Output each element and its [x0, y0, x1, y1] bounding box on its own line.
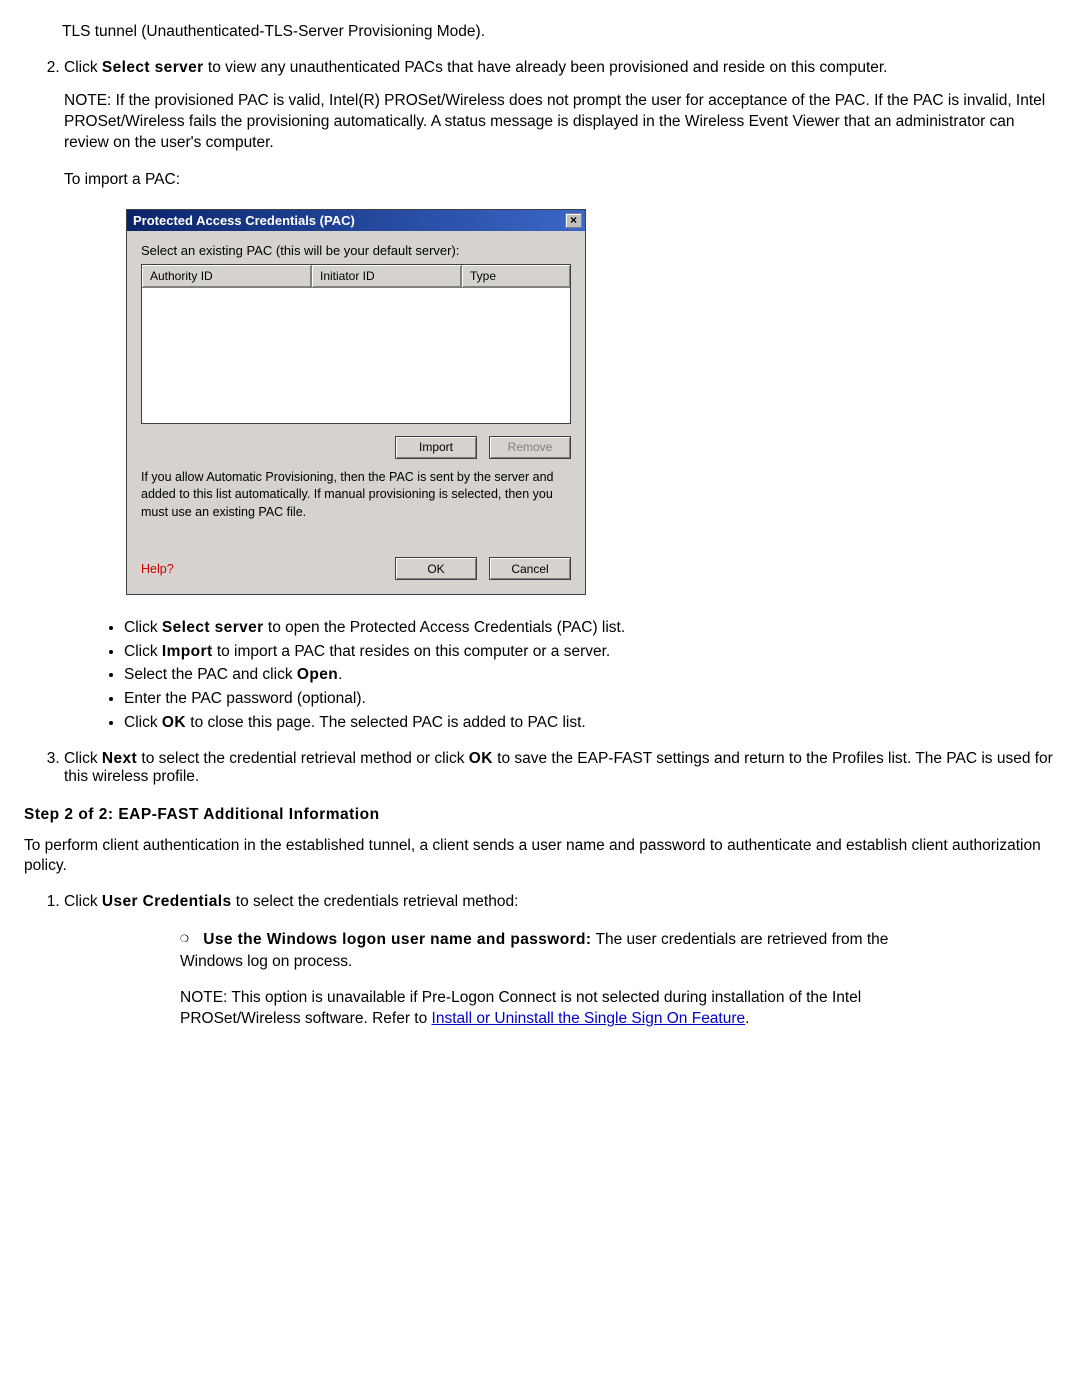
text-bold: User Credentials	[102, 893, 232, 910]
text: Select the PAC and click	[124, 666, 297, 683]
document-page: TLS tunnel (Unauthenticated-TLS-Server P…	[24, 22, 1056, 1030]
dialog-instruction: Select an existing PAC (this will be you…	[141, 243, 571, 258]
text: Click	[124, 619, 162, 636]
col-authority-id[interactable]: Authority ID	[142, 265, 312, 287]
listview-header: Authority ID Initiator ID Type	[142, 265, 570, 288]
text: to select the credentials retrieval meth…	[231, 893, 518, 910]
option-title: Use the Windows logon user name and pass…	[203, 931, 591, 948]
select-server-label: Select server	[102, 59, 204, 76]
text: to select the credential retrieval metho…	[137, 750, 469, 767]
remove-button[interactable]: Remove	[489, 436, 571, 459]
text: to open the Protected Access Credentials…	[264, 619, 626, 636]
text-bold: Open	[297, 666, 338, 683]
credential-options-list: Use the Windows logon user name and pass…	[24, 929, 1056, 972]
import-remove-row: Import Remove	[141, 436, 571, 459]
text: Click	[64, 893, 102, 910]
note-text: NOTE: If the provisioned PAC is valid, I…	[64, 91, 1056, 154]
dialog-note: If you allow Automatic Provisioning, the…	[141, 469, 571, 522]
import-button[interactable]: Import	[395, 436, 477, 459]
dialog-title: Protected Access Credentials (PAC)	[133, 213, 565, 228]
text: Click	[124, 643, 162, 660]
dialog-body: Select an existing PAC (this will be you…	[127, 231, 585, 595]
text: .	[745, 1010, 749, 1027]
pac-steps-list: Click Select server to open the Protecte…	[24, 617, 1056, 733]
step2-intro: To perform client authentication in the …	[24, 836, 1056, 878]
list-item: Select the PAC and click Open.	[124, 664, 1056, 686]
text-bold: Import	[162, 643, 213, 660]
close-icon[interactable]: ×	[565, 213, 582, 228]
col-initiator-id[interactable]: Initiator ID	[312, 265, 462, 287]
list-item: Click OK to close this page. The selecte…	[124, 712, 1056, 734]
text-bold: OK	[162, 714, 186, 731]
pac-dialog: Protected Access Credentials (PAC) × Sel…	[126, 209, 586, 596]
text: Click	[64, 750, 102, 767]
step2-item-1: Click User Credentials to select the cre…	[64, 893, 1056, 911]
text: .	[338, 666, 342, 683]
step2-heading: Step 2 of 2: EAP-FAST Additional Informa…	[24, 806, 1056, 824]
help-link[interactable]: Help?	[141, 562, 174, 576]
listview-rows	[142, 288, 570, 423]
list-item: Enter the PAC password (optional).	[124, 688, 1056, 710]
col-type[interactable]: Type	[462, 265, 570, 287]
list-item-2: Click Select server to view any unauthen…	[64, 59, 1056, 191]
import-line: To import a PAC:	[64, 170, 1056, 191]
list-item: Click Select server to open the Protecte…	[124, 617, 1056, 639]
pac-dialog-screenshot: Protected Access Credentials (PAC) × Sel…	[126, 209, 1056, 596]
text: to import a PAC that resides on this com…	[213, 643, 611, 660]
list-item: Click Import to import a PAC that reside…	[124, 641, 1056, 663]
credential-option-note: NOTE: This option is unavailable if Pre-…	[180, 987, 1056, 1030]
dialog-titlebar: Protected Access Credentials (PAC) ×	[127, 210, 585, 231]
ordered-list-2: Click Select server to view any unauthen…	[24, 59, 1056, 191]
ok-button[interactable]: OK	[395, 557, 477, 580]
text: Click	[124, 714, 162, 731]
text-bold: Next	[102, 750, 137, 767]
step2-ordered-list: Click User Credentials to select the cre…	[24, 893, 1056, 911]
text: to close this page. The selected PAC is …	[186, 714, 586, 731]
text-bold: Select server	[162, 619, 264, 636]
text: Click	[64, 59, 102, 76]
pac-listview[interactable]: Authority ID Initiator ID Type	[141, 264, 571, 424]
tls-line: TLS tunnel (Unauthenticated-TLS-Server P…	[62, 22, 1056, 43]
dialog-footer: Help? OK Cancel	[141, 557, 571, 580]
text-bold: OK	[469, 750, 493, 767]
cancel-button[interactable]: Cancel	[489, 557, 571, 580]
install-sso-link[interactable]: Install or Uninstall the Single Sign On …	[432, 1010, 746, 1027]
ordered-list-3: Click Next to select the credential retr…	[24, 750, 1056, 786]
text: to view any unauthenticated PACs that ha…	[204, 59, 888, 76]
list-item-3: Click Next to select the credential retr…	[64, 750, 1056, 786]
credential-option-windows: Use the Windows logon user name and pass…	[180, 929, 1056, 972]
